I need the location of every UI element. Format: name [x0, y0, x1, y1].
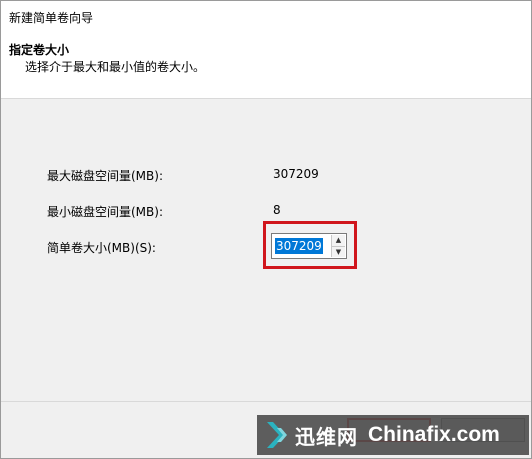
max-size-label: 最大磁盘空间量(MB): — [47, 169, 163, 183]
wizard-body: 最大磁盘空间量(MB): 307209 最小磁盘空间量(MB): 8 简单卷大小… — [1, 99, 531, 401]
spin-down-arrow-icon[interactable]: ▼ — [332, 245, 345, 257]
min-size-value: 8 — [273, 203, 281, 217]
chevron-logo-icon — [267, 422, 287, 448]
min-size-label: 最小磁盘空间量(MB): — [47, 205, 163, 219]
wizard-header: 指定卷大小 选择介于最大和最小值的卷大小。 — [1, 31, 531, 99]
page-title: 指定卷大小 — [9, 43, 70, 57]
stepper-buttons: ▲ ▼ — [331, 235, 345, 257]
watermark-en-text: Chinafix.com — [368, 423, 500, 446]
volume-size-stepper[interactable]: 307209 ▲ ▼ — [271, 233, 347, 259]
page-subtitle: 选择介于最大和最小值的卷大小。 — [25, 60, 206, 74]
volume-size-input[interactable]: 307209 — [275, 238, 323, 254]
watermark: 迅维网 Chinafix.com — [257, 415, 529, 455]
max-size-value: 307209 — [273, 167, 319, 181]
window-title: 新建简单卷向导 — [1, 1, 531, 31]
watermark-cn-text: 迅维网 — [295, 424, 358, 449]
volume-size-label: 简单卷大小(MB)(S): — [47, 241, 156, 255]
spin-up-arrow-icon[interactable]: ▲ — [332, 235, 345, 246]
wizard-window: 新建简单卷向导 指定卷大小 选择介于最大和最小值的卷大小。 最大磁盘空间量(MB… — [0, 0, 532, 459]
